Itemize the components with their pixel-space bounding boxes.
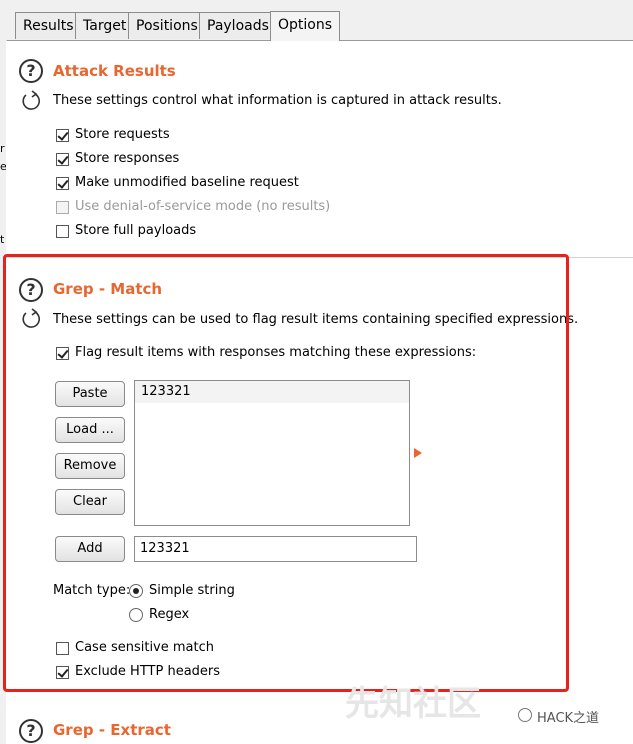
section-divider [6,257,633,258]
case-sensitive-label: Case sensitive match [75,640,214,655]
store-full-payloads-checkbox[interactable] [56,225,69,238]
remove-button[interactable]: Remove [55,453,125,479]
grep-extract-title: Grep - Extract [53,721,171,739]
tab-bar: Results Target Positions Payloads Option… [0,0,633,41]
store-full-payloads-label: Store full payloads [75,223,197,238]
grep-match-description: These settings can be used to flag resul… [53,312,579,327]
gutter-glyph: t [0,233,5,246]
clear-button[interactable]: Clear [55,489,125,515]
flag-matching-checkbox[interactable] [56,347,69,360]
tab-payloads[interactable]: Payloads [199,12,277,39]
watermark-text: 先知社区 [345,684,481,724]
watermark-brand: HACK之道 [537,711,600,726]
paste-button[interactable]: Paste [55,381,125,407]
help-icon[interactable]: ? [19,278,43,302]
refresh-icon[interactable] [20,308,42,330]
tab-results[interactable]: Results [15,12,82,39]
list-item[interactable]: 123321 [135,381,409,403]
attack-results-title: Attack Results [53,62,176,80]
store-requests-checkbox[interactable] [56,129,69,142]
load-button[interactable]: Load ... [55,417,125,443]
baseline-request-checkbox[interactable] [56,177,69,190]
options-panel: ? Attack Results These settings control … [6,41,633,744]
case-sensitive-checkbox[interactable] [56,642,69,655]
tab-positions[interactable]: Positions [128,12,206,39]
dos-mode-label: Use denial-of-service mode (no results) [75,199,331,214]
regex-radio[interactable] [129,608,143,622]
regex-label: Regex [149,607,190,622]
exclude-headers-label: Exclude HTTP headers [75,664,221,679]
grep-match-title: Grep - Match [53,280,163,298]
store-responses-checkbox[interactable] [56,153,69,166]
dos-mode-checkbox [56,201,69,214]
help-icon[interactable]: ? [19,59,43,83]
help-icon[interactable]: ? [19,719,43,743]
attack-results-description: These settings control what information … [53,93,502,108]
wechat-icon [518,708,532,722]
match-type-label: Match type: [53,583,131,598]
match-expressions-list[interactable]: 123321 [134,380,410,526]
simple-string-radio[interactable] [129,584,143,598]
flag-matching-label: Flag result items with responses matchin… [75,345,477,360]
store-responses-label: Store responses [75,151,180,166]
store-requests-label: Store requests [75,127,170,142]
gutter-glyph: r [0,142,5,155]
add-button[interactable]: Add [55,536,125,562]
refresh-icon[interactable] [20,90,42,112]
tab-options[interactable]: Options [270,11,341,41]
expand-arrow-icon[interactable] [414,448,422,458]
tab-target[interactable]: Target [75,12,135,39]
simple-string-label: Simple string [149,583,235,598]
baseline-request-label: Make unmodified baseline request [75,175,299,190]
exclude-headers-checkbox[interactable] [56,666,69,679]
add-expression-input[interactable]: 123321 [134,536,417,562]
